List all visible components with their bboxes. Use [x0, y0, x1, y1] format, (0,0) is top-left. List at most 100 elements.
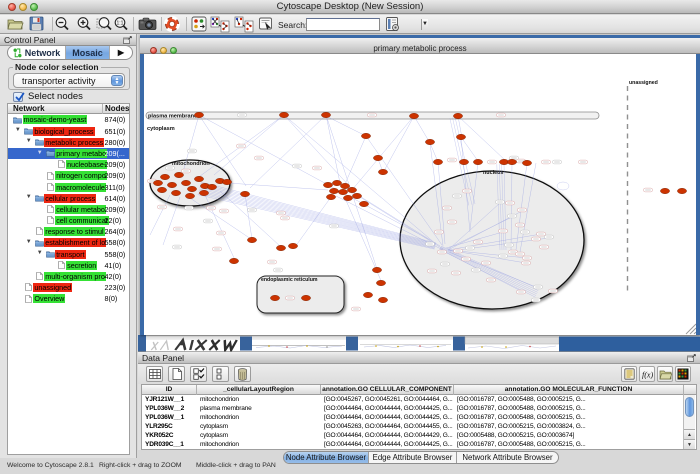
tree-row-label[interactable]: nitrogen compo	[55, 171, 107, 180]
search-input[interactable]	[307, 19, 421, 30]
tree-row-label[interactable]: establishment of lo	[44, 238, 106, 247]
tree-row-label[interactable]: primary metabo	[55, 149, 107, 158]
network-node[interactable]	[194, 176, 203, 181]
tree-row[interactable]: nucleobase-209(0)	[8, 159, 129, 170]
network-node[interactable]	[181, 180, 190, 185]
scroll-up-button[interactable]: ▲	[684, 429, 695, 439]
table-cell[interactable]: YPL036W__2	[142, 404, 197, 413]
delete-attribute-button[interactable]	[234, 366, 251, 382]
table-row[interactable]: YPL036W__2plasma membrane[GO:0044464, GO…	[142, 404, 696, 413]
network-node[interactable]	[340, 183, 349, 188]
network-node[interactable]	[207, 184, 216, 189]
node-color-attribute-combo[interactable]: transporter activity ▲▼	[13, 73, 125, 88]
tree-row[interactable]: ▼establishment of lo558(0)	[8, 237, 129, 248]
vizmapper-button[interactable]	[191, 16, 207, 33]
tree-row[interactable]: ▼biological_process651(0)	[8, 125, 129, 136]
table-cell[interactable]: [GO:0044464, GO:0044444, GO:0044425, G..…	[321, 440, 454, 449]
table-cell[interactable]: [GO:0045267, GO:0045261, GO:0044464, G..…	[321, 395, 454, 404]
expand-arrow-icon[interactable]: ▼	[15, 127, 22, 134]
table-column-header[interactable]: annotation.GO MOLECULAR_FUNCTION	[454, 385, 684, 395]
tree-row[interactable]: Overview8(0)	[8, 293, 129, 304]
network-canvas[interactable]: plasma membranecytoplasmmitochondrionnuc…	[144, 54, 696, 335]
table-cell[interactable]: [GO:0016787, GO:0005488, GO:0005215, G..…	[454, 395, 684, 404]
table-cell[interactable]: [GO:0016787, GO:0005215, GO:0003824, G..…	[454, 422, 684, 431]
tree-row-label[interactable]: nucleobase-	[66, 160, 107, 169]
network-node[interactable]	[347, 187, 356, 192]
network-node[interactable]	[677, 188, 686, 193]
table-cell[interactable]: YLR295C	[142, 422, 197, 431]
network-node[interactable]	[187, 186, 196, 191]
network-node[interactable]	[247, 237, 256, 242]
table-cell[interactable]: YKR052C	[142, 431, 197, 440]
table-scrollbar[interactable]: ▲ ▼	[683, 395, 695, 449]
save-session-button[interactable]	[29, 16, 44, 33]
tree-row[interactable]: mosaic-demo-yeast874(0)	[8, 114, 129, 125]
network-node[interactable]	[167, 182, 176, 187]
network-node[interactable]	[376, 280, 385, 285]
table-cell[interactable]: YPL036W__1	[142, 413, 197, 422]
table-cell[interactable]: YDR039C__1	[142, 440, 197, 449]
network-node[interactable]	[171, 190, 180, 195]
table-cell[interactable]: mitochondrion	[197, 440, 321, 449]
zoom-in-button[interactable]	[76, 16, 92, 33]
expand-arrow-icon[interactable]: ▼	[37, 150, 44, 157]
network-node[interactable]	[323, 182, 332, 187]
tree-row[interactable]: response to stimul264(0)	[8, 226, 129, 237]
tree-row-label[interactable]: secretion	[66, 261, 97, 270]
network-node[interactable]	[456, 134, 465, 139]
table-column-header[interactable]: _cellularLayoutRegion	[197, 385, 321, 395]
table-cell[interactable]: [GO:0044464, GO:0044444, GO:0044429, G..…	[321, 431, 454, 440]
tree-row[interactable]: unassigned223(0)	[8, 282, 129, 293]
network-node[interactable]	[522, 160, 531, 165]
network-node[interactable]	[153, 180, 162, 185]
tree-row-label[interactable]: cellular process	[44, 194, 96, 203]
network-node[interactable]	[425, 139, 434, 144]
open-file-button[interactable]	[7, 16, 24, 33]
scrollbar-thumb[interactable]	[685, 397, 694, 417]
tree-row[interactable]: ▼cellular process614(0)	[8, 192, 129, 203]
tab-overflow-button[interactable]: ▶	[110, 46, 132, 59]
expand-arrow-icon[interactable]: ▼	[26, 138, 33, 145]
network-node[interactable]	[459, 159, 468, 164]
heatmap-button[interactable]	[675, 366, 691, 382]
network-node[interactable]	[473, 159, 482, 164]
network-node[interactable]	[229, 258, 238, 263]
tree-row-label[interactable]: response to stimul	[44, 227, 104, 236]
network-node[interactable]	[409, 113, 418, 118]
tab-network[interactable]: Network	[8, 46, 66, 59]
table-cell[interactable]: YJR121W__1	[142, 395, 197, 404]
network-window-titlebar[interactable]: primary metabolic process	[140, 35, 700, 54]
tree-row[interactable]: cellular metabo209(0)	[8, 204, 129, 215]
unselect-attributes-button[interactable]	[212, 366, 229, 382]
tree-row[interactable]: multi-organism pro42(0)	[8, 271, 129, 282]
tree-row[interactable]: ▼metabolic process280(0)	[8, 136, 129, 147]
expand-arrow-icon[interactable]: ▼	[26, 239, 33, 246]
zoom-actual-size-button[interactable]: 1:1	[113, 16, 129, 33]
tree-row-label[interactable]: transport	[55, 250, 85, 259]
import-attributes-button[interactable]	[621, 366, 637, 382]
network-node[interactable]	[378, 297, 387, 302]
float-panel-icon[interactable]	[687, 354, 696, 362]
tree-row-label[interactable]: cellular metabo	[55, 205, 106, 214]
network-node[interactable]	[270, 295, 279, 300]
network-node[interactable]	[288, 243, 297, 248]
search-options-button[interactable]	[385, 16, 400, 33]
network-node[interactable]	[660, 188, 669, 193]
network-node[interactable]	[199, 190, 208, 195]
tab-node-attribute-browser[interactable]: Node Attribute Browser	[284, 452, 369, 463]
network-node[interactable]	[326, 194, 335, 199]
tree-row-label[interactable]: metabolic process	[44, 138, 104, 147]
help-button[interactable]	[164, 16, 180, 33]
network-node[interactable]	[332, 180, 341, 185]
table-cell[interactable]: mitochondrion	[197, 395, 321, 404]
network-node[interactable]	[321, 112, 330, 117]
network-node[interactable]	[185, 193, 194, 198]
tree-column-nodes[interactable]: Nodes	[105, 104, 129, 113]
zoom-selected-region-button[interactable]	[96, 16, 113, 33]
table-cell[interactable]: plasma membrane	[197, 404, 321, 413]
tree-row-label[interactable]: macromolecule	[55, 183, 106, 192]
network-node[interactable]	[174, 172, 183, 177]
tree-row-label[interactable]: multi-organism pro	[44, 272, 106, 281]
scroll-down-button[interactable]: ▼	[684, 439, 695, 449]
tree-row-label[interactable]: unassigned	[33, 283, 72, 292]
